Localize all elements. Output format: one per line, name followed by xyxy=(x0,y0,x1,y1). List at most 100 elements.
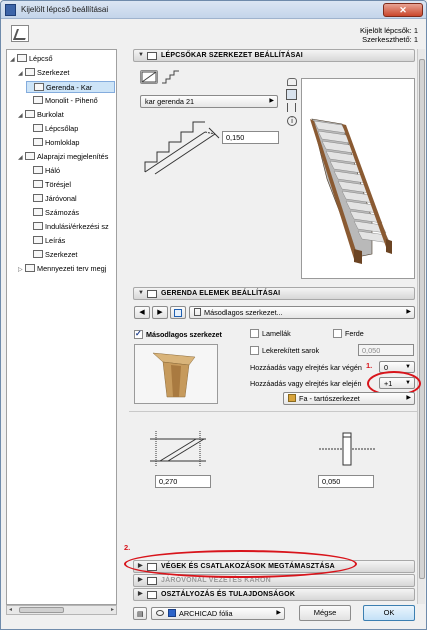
tree-item-break-mark[interactable]: Törésjel xyxy=(26,179,71,191)
add-at-start-label: Hozzáadás vagy elrejtés kar elején xyxy=(250,379,362,388)
dropdown-value: Fa - tartószerkezet xyxy=(299,394,360,403)
beam-element-dropdown[interactable]: Másodlagos szerkezet... ▶ xyxy=(189,306,415,319)
grid-icon xyxy=(33,166,43,174)
dimension-left-field[interactable]: 0,270 xyxy=(155,475,211,488)
lamellas-checkbox[interactable] xyxy=(250,329,259,338)
stair-3d-preview-image xyxy=(310,118,392,264)
stringer-type-dropdown[interactable]: kar gerenda 21 ▶ xyxy=(140,95,278,108)
dropdown-value: Másodlagos szerkezet... xyxy=(204,308,283,317)
stringer-thickness-field[interactable]: 0,150 xyxy=(222,131,279,144)
expand-toggle-icon[interactable]: ◢ xyxy=(18,68,25,80)
ok-button[interactable]: OK xyxy=(363,605,415,621)
tree-item-structure[interactable]: ◢ Szerkezet xyxy=(18,67,69,79)
tree-item-label: Homloklap xyxy=(45,138,80,147)
finish-icon xyxy=(25,110,35,118)
previous-element-button[interactable]: ◀ xyxy=(134,306,150,319)
expand-toggle-icon[interactable]: ◢ xyxy=(18,152,25,164)
tree-item-finish[interactable]: ◢ Burkolat xyxy=(18,109,64,121)
elevation-view-icon[interactable] xyxy=(287,103,296,112)
tree-item-monolith-landing[interactable]: Monolit - Pihenő xyxy=(26,95,98,107)
expand-arrow-icon[interactable]: ▶ xyxy=(138,575,143,586)
layer-options-button[interactable]: ▤ xyxy=(133,607,147,620)
secondary-structure-checkbox[interactable] xyxy=(134,329,143,339)
section-header-beam-elements[interactable]: ▼ GERENDA ELEMEK BEÁLLÍTÁSAI xyxy=(133,287,415,300)
tree-item-label: Monolit - Pihenő xyxy=(45,96,98,105)
expand-toggle-icon[interactable]: ◢ xyxy=(10,54,17,66)
tree-item-grid[interactable]: Háló xyxy=(26,165,60,177)
scroll-right-icon[interactable]: ▸ xyxy=(111,606,114,613)
expand-toggle-icon[interactable]: ◢ xyxy=(18,110,25,122)
tree-item-ceiling-plan[interactable]: ▷ Mennyezeti terv megj xyxy=(18,263,106,275)
section-header-classification[interactable]: ▶ OSZTÁLYOZÁS ÉS TULAJDONSÁGOK xyxy=(133,588,415,601)
tree-item-numbering[interactable]: Számozás xyxy=(26,207,79,219)
rounded-corner-checkbox[interactable] xyxy=(250,346,259,355)
beam-right-dimension-diagram xyxy=(319,432,375,466)
scroll-thumb[interactable] xyxy=(19,607,64,613)
up-down-text-icon xyxy=(33,222,43,230)
tree-item-up-down-text[interactable]: Indulási/érkezési sz xyxy=(26,221,109,233)
tree-item-structure-display[interactable]: Szerkezet xyxy=(26,249,77,261)
secondary-structure-label: Másodlagos szerkezet xyxy=(146,330,222,339)
tree-item-description[interactable]: Leírás xyxy=(26,235,65,247)
window-title: Kijelölt lépcső beállításai xyxy=(21,5,109,14)
classification-icon xyxy=(147,591,157,599)
tree-item-beam-flight[interactable]: Gerenda - Kar xyxy=(26,81,115,93)
tree-item-label: Leírás xyxy=(45,236,66,245)
collapse-arrow-icon[interactable]: ▼ xyxy=(138,50,144,61)
expand-toggle-icon[interactable]: ▷ xyxy=(18,264,25,276)
tree-item-label: Gerenda - Kar xyxy=(46,83,93,92)
structure-display-icon xyxy=(33,250,43,258)
rounded-corner-radius-field[interactable]: 0,050 xyxy=(358,344,414,356)
axonometric-view-icon[interactable] xyxy=(286,89,297,100)
expand-arrow-icon[interactable]: ▶ xyxy=(138,589,143,600)
info-icon[interactable]: i xyxy=(287,116,297,126)
tree-item-stair[interactable]: ◢ Lépcső xyxy=(10,53,53,65)
main-vertical-scrollbar[interactable] xyxy=(417,49,425,604)
annotation-ellipse-2 xyxy=(124,550,357,578)
scroll-left-icon[interactable]: ◂ xyxy=(9,606,12,613)
tree-item-riser[interactable]: Homloklap xyxy=(26,137,79,149)
dimension-right-field[interactable]: 0,050 xyxy=(318,475,374,488)
preview-view-toolbar: i xyxy=(286,78,298,128)
add-element-button[interactable] xyxy=(170,306,186,319)
tree-item-tread[interactable]: Lépcsőlap xyxy=(26,123,78,135)
next-element-button[interactable]: ▶ xyxy=(152,306,168,319)
dropdown-arrow-icon: ▶ xyxy=(276,610,281,616)
rounded-corner-label: Lekerekített sarok xyxy=(262,346,320,355)
break-mark-icon xyxy=(33,180,43,188)
walking-line-icon xyxy=(33,194,43,202)
3d-preview[interactable] xyxy=(301,78,415,279)
close-button[interactable]: ✕ xyxy=(383,3,423,17)
tree-item-walking-line[interactable]: Járóvonal xyxy=(26,193,77,205)
tree-horizontal-scrollbar[interactable]: ◂ ▸ xyxy=(6,605,117,615)
layer-dropdown[interactable]: ARCHICAD fólia ▶ xyxy=(151,607,285,620)
layer-color-icon xyxy=(168,609,177,617)
perspective-view-icon[interactable] xyxy=(287,78,297,86)
stairs-outline-icon xyxy=(162,70,179,84)
slanted-checkbox[interactable] xyxy=(333,329,342,338)
cancel-button[interactable]: Mégse xyxy=(299,605,351,621)
section-title: GERENDA ELEMEK BEÁLLÍTÁSAI xyxy=(161,290,281,297)
annotation-marker-1: 1. xyxy=(366,361,373,370)
selection-info: Kijelölt lépcsők: 1 Szerkeszthető: 1 xyxy=(360,26,418,44)
beam-left-dimension-diagram xyxy=(150,431,206,467)
beam-profile-preview xyxy=(134,344,218,404)
step-type-icon[interactable] xyxy=(161,70,181,84)
stringer-type-button[interactable] xyxy=(140,70,158,84)
tree-item-floor-plan-display[interactable]: ◢ Alaprajzi megjelenítés xyxy=(18,151,108,163)
collapse-arrow-icon[interactable]: ▼ xyxy=(138,288,144,299)
settings-tree[interactable]: ◢ Lépcső ◢ Szerkezet Gerenda - Kar Monolit… xyxy=(6,49,117,605)
numbering-icon xyxy=(33,208,43,216)
scroll-thumb[interactable] xyxy=(419,59,425,579)
tree-item-label: Alaprajzi megjelenítés xyxy=(37,152,109,161)
section-header-stringer[interactable]: ▼ LÉPCSŐKAR SZERKEZET BEÁLLÍTÁSAI xyxy=(133,49,415,62)
section-divider xyxy=(129,411,417,412)
selected-count: Kijelölt lépcsők: 1 xyxy=(360,26,418,35)
dropdown-arrow-icon: ▶ xyxy=(406,309,411,315)
material-dropdown[interactable]: Fa - tartószerkezet ▶ xyxy=(283,392,415,405)
tree-item-label: Indulási/érkezési sz xyxy=(45,222,109,231)
floor-plan-icon xyxy=(25,152,35,160)
stair-tool-icon xyxy=(11,25,29,42)
stair-icon xyxy=(17,54,27,62)
dropdown-value: kar gerenda 21 xyxy=(145,97,195,106)
